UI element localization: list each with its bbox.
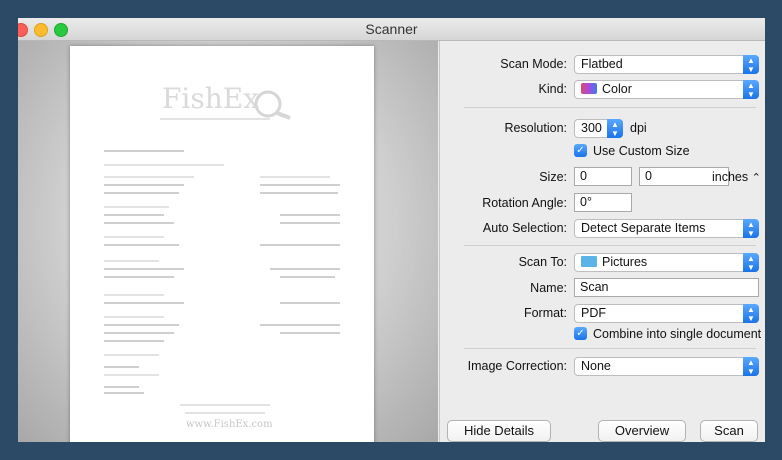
folder-icon <box>581 256 597 267</box>
window-title: Scanner <box>365 21 418 37</box>
scan-to-select[interactable]: Pictures ▲ ▼ <box>574 253 759 272</box>
overview-button[interactable]: Overview <box>598 420 686 442</box>
format-label: Format: <box>523 306 567 320</box>
scan-to-label: Scan To: <box>518 255 567 269</box>
up-down-chevrons-icon: ▲ ▼ <box>743 304 759 323</box>
up-down-chevrons-icon: ▲ ▼ <box>607 119 623 138</box>
format-select[interactable]: PDF ▲ ▼ <box>574 304 759 323</box>
up-down-chevrons-icon: ▲ ▼ <box>743 219 759 238</box>
kind-label: Kind: <box>538 82 568 96</box>
separator <box>464 348 756 349</box>
resolution-select[interactable]: 300 ▲ ▼ <box>574 119 623 138</box>
name-label: Name: <box>530 281 567 295</box>
resolution-label: Resolution: <box>504 121 567 135</box>
title-bar: Scanner <box>18 18 765 41</box>
up-down-chevrons-icon: ▲ ▼ <box>743 253 759 272</box>
use-custom-size-label: Use Custom Size <box>593 144 690 158</box>
size-label: Size: <box>539 170 567 184</box>
combine-checkbox[interactable]: ✓ <box>574 327 587 340</box>
up-down-chevrons-icon: ⌃ <box>751 172 761 184</box>
image-correction-label: Image Correction: <box>467 359 567 373</box>
hide-details-button[interactable]: Hide Details <box>447 420 551 442</box>
combine-label: Combine into single document <box>593 327 762 341</box>
document-logo: FishEx <box>162 82 260 115</box>
size-width-field[interactable]: 0 <box>574 167 632 186</box>
scan-mode-select[interactable]: Flatbed ▲ ▼ <box>574 55 759 74</box>
color-swatch-icon <box>581 83 597 94</box>
scan-details-panel: Scan Mode: Flatbed ▲ ▼ Kind: Color ▲ ▼ Res… <box>439 41 765 442</box>
auto-selection-label: Auto Selection: <box>482 221 567 235</box>
scanned-document-preview: FishEx www.FishEx.com <box>70 46 374 442</box>
size-unit[interactable]: inches ⌃ <box>712 170 761 184</box>
kind-select[interactable]: Color ▲ ▼ <box>574 80 759 99</box>
image-correction-select[interactable]: None ▲ ▼ <box>574 357 759 376</box>
scan-preview-area[interactable]: FishEx www.FishEx.com <box>18 41 438 442</box>
up-down-chevrons-icon: ▲ ▼ <box>743 80 759 99</box>
fish-logo-icon <box>254 90 291 120</box>
use-custom-size-checkbox[interactable]: ✓ <box>574 144 587 157</box>
resolution-unit: dpi <box>630 121 647 135</box>
up-down-chevrons-icon: ▲ ▼ <box>743 55 759 74</box>
auto-selection-select[interactable]: Detect Separate Items ▲ ▼ <box>574 219 759 238</box>
scan-mode-label: Scan Mode: <box>500 57 567 71</box>
rotation-angle-label: Rotation Angle: <box>482 196 567 210</box>
name-field[interactable]: Scan <box>574 278 759 297</box>
scanner-window: Scanner FishEx www.FishEx.com Scan Mode:… <box>18 18 765 442</box>
document-footer-url: www.FishEx.com <box>186 419 273 430</box>
up-down-chevrons-icon: ▲ ▼ <box>743 357 759 376</box>
separator <box>464 245 756 246</box>
scan-button[interactable]: Scan <box>700 420 758 442</box>
separator <box>464 107 756 108</box>
rotation-angle-field[interactable]: 0° <box>574 193 632 212</box>
